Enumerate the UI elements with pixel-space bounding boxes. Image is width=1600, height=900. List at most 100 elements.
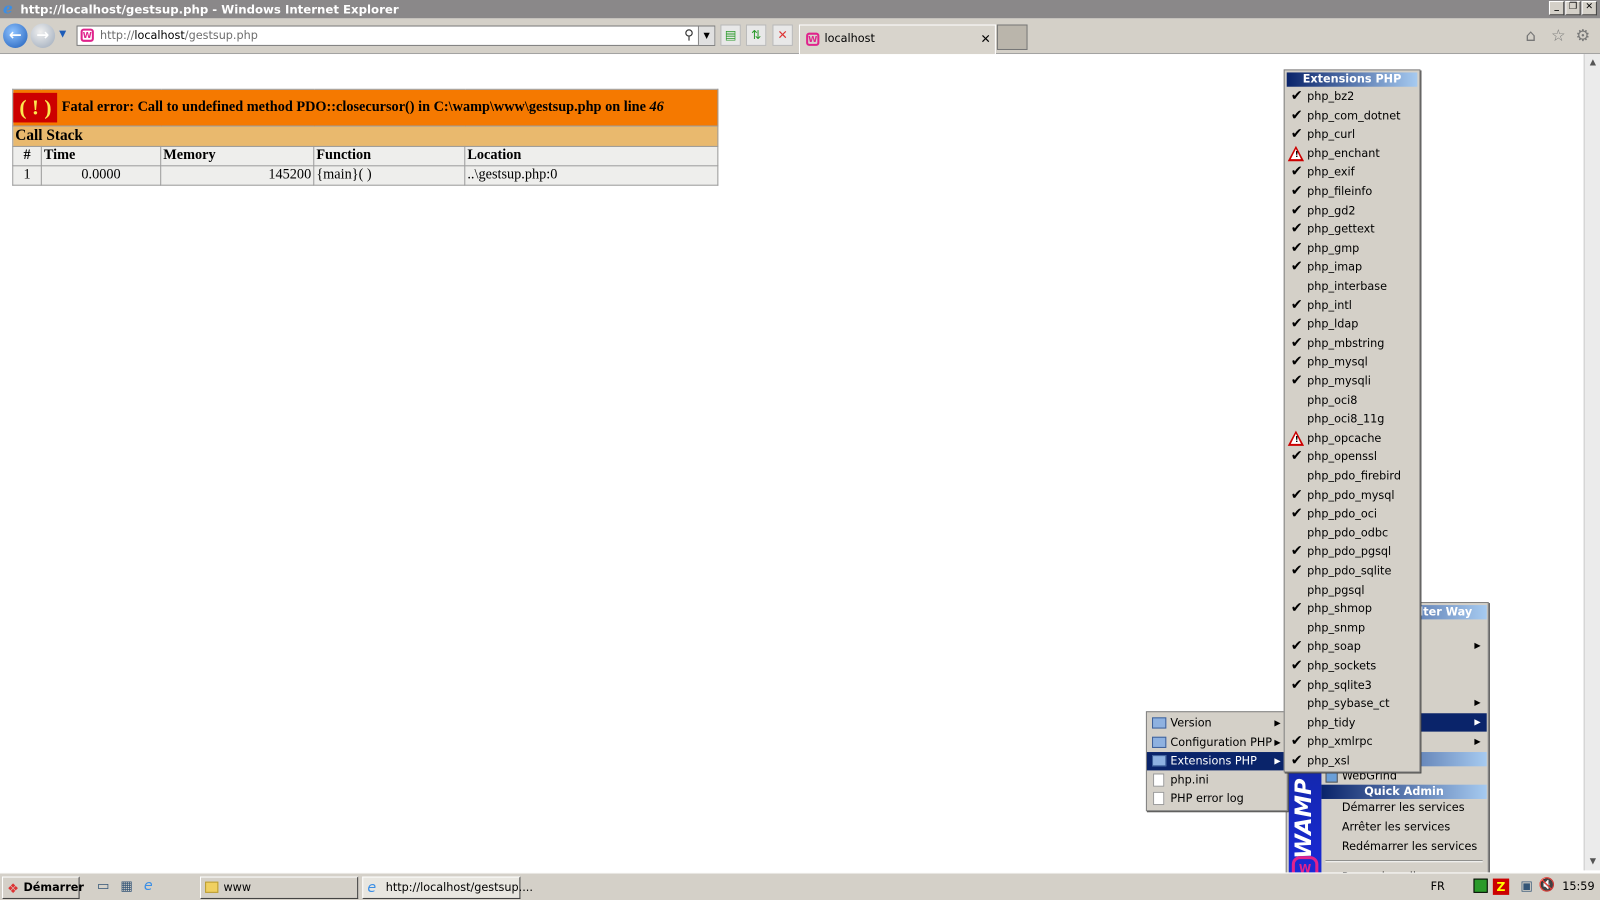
extension-item[interactable]: ✔ php_imap <box>1285 259 1420 277</box>
extension-item[interactable]: ✔ php_fileinfo <box>1285 183 1420 201</box>
restore-button[interactable]: ❐ <box>1565 1 1581 16</box>
extension-item[interactable]: php_pdo_odbc <box>1285 524 1420 542</box>
home-icon[interactable]: ⌂ <box>1525 26 1535 45</box>
extension-item[interactable]: php_snmp <box>1285 619 1420 637</box>
checkmark-icon: ✔ <box>1290 106 1303 124</box>
cell-location: ..\gestsup.php:0 <box>464 165 719 186</box>
php-menu-item[interactable]: php.ini <box>1147 771 1287 789</box>
extension-label: php_pdo_pgsql <box>1307 545 1392 559</box>
volume-muted-icon[interactable]: 🔇 <box>1539 878 1556 893</box>
php-menu-item[interactable]: Version ▶ <box>1147 714 1287 732</box>
extension-item[interactable]: ✔ php_com_dotnet <box>1285 107 1420 125</box>
checkmark-icon: ✔ <box>1290 752 1303 769</box>
refresh-button[interactable]: ⇅ <box>745 24 767 46</box>
extension-item[interactable]: ✔ php_mbstring <box>1285 334 1420 352</box>
network-tray-icon[interactable]: ▣ <box>1520 879 1533 894</box>
extension-label: php_gmp <box>1307 241 1360 255</box>
restart-services-item[interactable]: Redémarrer les services <box>1321 838 1486 856</box>
checkmark-icon: ✔ <box>1290 505 1303 522</box>
extension-item[interactable]: ✔ php_intl <box>1285 297 1420 315</box>
php-menu-item[interactable]: Extensions PHP ▶ <box>1146 752 1287 771</box>
filezilla-tray-icon[interactable]: Z <box>1492 878 1510 895</box>
extension-item[interactable]: ✔ php_pdo_oci <box>1285 505 1420 523</box>
ie-icon: e <box>367 879 377 896</box>
start-button[interactable]: ❖ Démarrer <box>2 876 84 899</box>
extension-item[interactable]: ! php_opcache <box>1285 429 1420 447</box>
extension-item[interactable]: ! php_enchant <box>1285 145 1420 163</box>
extension-label: php_soap <box>1307 640 1361 654</box>
server-manager-icon[interactable]: ▦ <box>120 879 133 894</box>
extension-label: php_sqlite3 <box>1307 678 1372 692</box>
scroll-down-icon[interactable]: ▼ <box>1586 854 1600 868</box>
extension-label: php_pgsql <box>1307 583 1365 597</box>
settings-gear-icon[interactable]: ⚙ <box>1575 26 1590 45</box>
extension-item[interactable]: ✔ php_gd2 <box>1285 202 1420 220</box>
ie-quicklaunch-icon[interactable]: e <box>144 878 153 894</box>
php-menu-label: Extensions PHP <box>1170 754 1257 768</box>
php-menu-item[interactable]: Configuration PHP ▶ <box>1147 733 1287 751</box>
extension-item[interactable]: php_sybase_ct <box>1285 695 1420 713</box>
extension-item[interactable]: ✔ php_soap <box>1285 638 1420 656</box>
wamp-tray-icon[interactable] <box>1473 878 1488 893</box>
extension-item[interactable]: php_interbase <box>1285 278 1420 296</box>
extension-item[interactable]: php_tidy <box>1285 714 1420 732</box>
minimize-button[interactable]: _ <box>1548 1 1565 16</box>
search-icon[interactable]: ⚲ <box>684 27 694 45</box>
back-button[interactable]: ← <box>3 23 28 48</box>
extension-item[interactable]: ✔ php_sqlite3 <box>1285 676 1420 694</box>
history-dropdown-icon[interactable]: ▼ <box>59 30 66 40</box>
language-indicator[interactable]: FR <box>1431 880 1445 893</box>
taskbar-item-www[interactable]: www <box>199 876 359 899</box>
extension-item[interactable]: ✔ php_mysql <box>1285 353 1420 371</box>
title-bar: e http://localhost/gestsup.php - Windows… <box>0 0 1600 19</box>
extension-item[interactable]: ✔ php_bz2 <box>1285 88 1420 106</box>
close-window-button[interactable]: ✕ <box>1581 1 1597 16</box>
taskbar: ❖ Démarrer ▭ ▦ e www e http://localhost/ge… <box>0 872 1600 900</box>
extension-item[interactable]: ✔ php_mysqli <box>1285 372 1420 390</box>
extension-item[interactable]: ✔ php_pdo_pgsql <box>1285 543 1420 561</box>
extension-item[interactable]: ✔ php_gmp <box>1285 240 1420 258</box>
extension-item[interactable]: ✔ php_sockets <box>1285 657 1420 675</box>
warning-icon: ! <box>1287 145 1305 162</box>
forward-button[interactable]: → <box>30 23 56 48</box>
extension-item[interactable]: ✔ php_openssl <box>1285 448 1420 466</box>
extension-item[interactable]: ✔ php_ldap <box>1285 315 1420 333</box>
extension-item[interactable]: php_oci8 <box>1285 391 1420 409</box>
col-num: # <box>12 145 42 167</box>
extension-item[interactable]: ✔ php_shmop <box>1285 600 1420 618</box>
extension-item[interactable]: ✔ php_exif <box>1285 164 1420 182</box>
extension-item[interactable]: php_oci8_11g <box>1285 410 1420 428</box>
xdebug-error-table: ( ! ) Fatal error: Call to undefined meth… <box>12 88 719 186</box>
extension-item[interactable]: php_pgsql <box>1285 581 1420 599</box>
extension-label: php_pdo_oci <box>1307 507 1377 521</box>
vertical-scrollbar[interactable]: ▲ ▼ <box>1583 54 1600 871</box>
php-menu-label: PHP error log <box>1170 792 1244 806</box>
address-dropdown-button[interactable]: ▼ <box>697 26 715 45</box>
stop-services-item[interactable]: Arrêter les services <box>1321 818 1486 836</box>
favorites-star-icon[interactable]: ☆ <box>1551 26 1566 45</box>
extension-item[interactable]: ✔ php_gettext <box>1285 221 1420 239</box>
folder-icon <box>1152 717 1167 729</box>
taskbar-item-ie[interactable]: e http://localhost/gestsup.... <box>362 876 533 899</box>
extension-label: php_curl <box>1307 127 1356 142</box>
extension-item[interactable]: php_pdo_firebird <box>1285 467 1420 485</box>
stop-button[interactable]: ✕ <box>772 24 793 46</box>
extension-label: php_sockets <box>1307 659 1377 673</box>
extension-item[interactable]: ✔ php_curl <box>1285 126 1420 144</box>
address-bar[interactable]: W http://localhost/gestsup.php ⚲ ▼ <box>76 25 716 46</box>
extension-item[interactable]: ✔ php_pdo_sqlite <box>1285 562 1420 580</box>
start-services-item[interactable]: Démarrer les services <box>1321 799 1486 817</box>
extension-item[interactable]: ✔ php_pdo_mysql <box>1285 486 1420 504</box>
cell-function: {main}( ) <box>313 165 466 186</box>
new-tab-button[interactable] <box>996 24 1028 50</box>
compatibility-view-icon[interactable]: ▤ <box>720 24 741 46</box>
scroll-up-icon[interactable]: ▲ <box>1586 55 1600 69</box>
checkmark-icon: ✔ <box>1290 258 1303 275</box>
tab-localhost[interactable]: W localhost ✕ <box>798 24 996 55</box>
extension-item[interactable]: ✔ php_xsl <box>1285 752 1420 770</box>
show-desktop-icon[interactable]: ▭ <box>97 879 110 894</box>
extension-label: php_imap <box>1307 260 1363 274</box>
php-menu-item[interactable]: PHP error log <box>1147 790 1287 808</box>
extension-item[interactable]: ✔ php_xmlrpc <box>1285 733 1420 751</box>
close-tab-icon[interactable]: ✕ <box>981 26 991 53</box>
